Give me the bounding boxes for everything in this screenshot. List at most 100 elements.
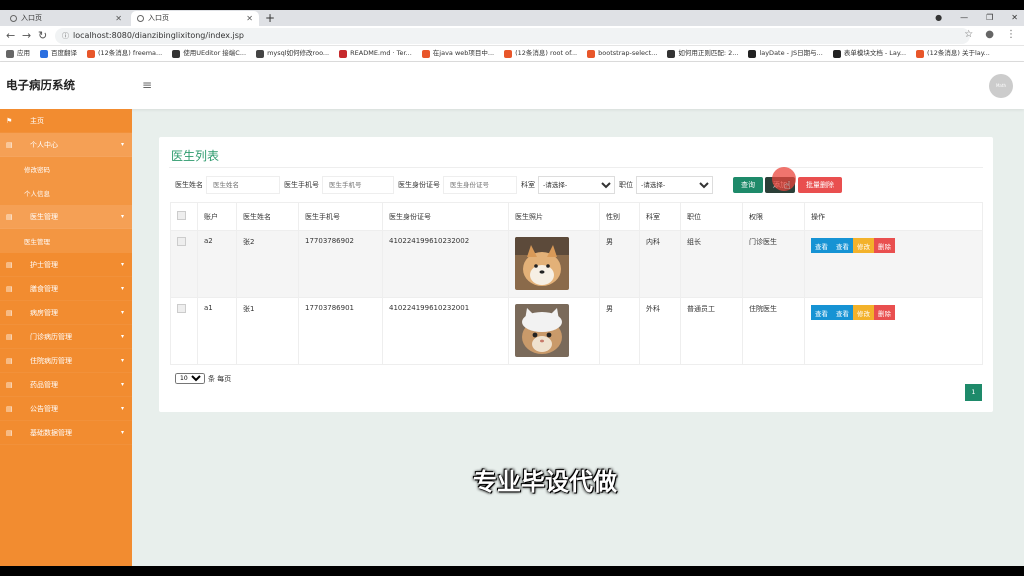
sidebar-item-label: 个人中心: [30, 140, 58, 149]
sidebar-item[interactable]: ▤ 膳食管理 ▾: [0, 277, 132, 301]
doctor-list-panel: 医生列表 医生姓名 医生手机号 医生身份证号 科室 -请选择- 职位 -请选择-…: [159, 137, 993, 412]
name-label: 医生姓名: [175, 181, 203, 189]
bookmark-item[interactable]: 表单模块文档 - Lay...: [832, 46, 906, 61]
search-bar: 医生姓名 医生手机号 医生身份证号 科室 -请选择- 职位 -请选择- 查询 添…: [175, 175, 842, 195]
sidebar-item[interactable]: ▤ 住院病历管理 ▾: [0, 349, 132, 373]
doctor-name-input[interactable]: [206, 176, 280, 194]
view-button-2[interactable]: 查看: [832, 305, 853, 320]
delete-button[interactable]: 删除: [874, 238, 895, 253]
position-select[interactable]: -请选择-: [636, 176, 713, 194]
bookmarks-bar: 应用 百度翻译 (12条消息) freema... 使用UEditor 接端C... m…: [0, 46, 1024, 62]
doctor-id-input[interactable]: [443, 176, 517, 194]
url-field[interactable]: ⓘ localhost:8080/dianzibinglixitong/inde…: [55, 28, 970, 44]
bookmark-item[interactable]: layDate - JS日期与...: [748, 46, 823, 61]
bookmark-favicon-icon: [40, 49, 48, 58]
close-icon[interactable]: ✕: [246, 11, 253, 26]
minimize-icon[interactable]: —: [960, 10, 968, 26]
row-checkbox[interactable]: [177, 237, 186, 246]
grid-icon: ▤: [6, 428, 13, 437]
account-cell: a2: [197, 230, 237, 298]
bookmark-item[interactable]: bootstrap-select...: [587, 46, 657, 61]
chevron-down-icon: ▾: [120, 141, 124, 148]
grid-icon: ▤: [6, 140, 13, 149]
bookmark-item[interactable]: README.md · Ter...: [339, 46, 412, 61]
sidebar-item[interactable]: ▤ 医生管理 ▾: [0, 205, 132, 229]
dept-select[interactable]: -请选择-: [538, 176, 615, 194]
edit-button[interactable]: 修改: [853, 305, 874, 320]
view-button-2[interactable]: 查看: [832, 238, 853, 253]
sidebar-subitem[interactable]: 修改密码: [0, 157, 132, 181]
sidebar-item-label: 医生管理: [30, 212, 58, 221]
name-cell: 张2: [236, 230, 299, 298]
delete-button[interactable]: 删除: [874, 305, 895, 320]
page-size-select[interactable]: 10: [175, 373, 205, 384]
bookmark-item[interactable]: (12条消息) freema...: [87, 46, 162, 61]
select-all-checkbox[interactable]: [177, 211, 186, 220]
bookmark-favicon-icon: [504, 49, 513, 58]
idcard-cell: 410224199610232001: [382, 297, 509, 365]
record-icon[interactable]: ●: [935, 10, 942, 26]
sidebar-item[interactable]: ▤ 公告管理 ▾: [0, 397, 132, 421]
back-icon[interactable]: ←: [6, 29, 15, 43]
bookmark-label: layDate - JS日期与...: [759, 49, 823, 57]
column-header: 职位: [680, 202, 743, 231]
close-icon[interactable]: ✕: [115, 11, 122, 26]
view-button[interactable]: 查看: [811, 305, 832, 320]
grid-icon: ▤: [6, 332, 13, 341]
view-button[interactable]: 查看: [811, 238, 832, 253]
bookmark-item[interactable]: 百度翻译: [40, 46, 77, 61]
doctor-photo[interactable]: [515, 237, 569, 290]
page-number-button[interactable]: 1: [965, 384, 982, 401]
column-header: 性别: [599, 202, 640, 231]
window-controls: ● — ❐ ✕: [935, 10, 1018, 26]
bookmark-favicon-icon: [87, 49, 95, 58]
star-icon[interactable]: ☆: [964, 29, 973, 40]
batch-delete-button[interactable]: 批量删除: [798, 177, 842, 193]
browser-tab-1[interactable]: 入口页 ✕: [4, 11, 128, 26]
sidebar-item[interactable]: ▤ 病房管理 ▾: [0, 301, 132, 325]
per-page-label: 条 每页: [208, 374, 232, 383]
id-label: 医生身份证号: [398, 181, 440, 189]
bookmark-label: README.md · Ter...: [350, 49, 412, 57]
reload-icon[interactable]: ↻: [38, 29, 47, 43]
hamburger-icon[interactable]: ≡: [142, 78, 152, 92]
grid-icon: ▤: [6, 404, 13, 413]
doctor-phone-input[interactable]: [322, 176, 394, 194]
bookmark-label: (12条消息) freema...: [98, 49, 163, 57]
bookmark-label: (12条消息) 关于lay...: [927, 49, 990, 57]
avatar[interactable]: Math: [989, 74, 1013, 98]
sidebar-item[interactable]: ▤ 基础数据管理 ▾: [0, 421, 132, 445]
sidebar-item[interactable]: ⚑ 主页: [0, 109, 132, 133]
row-checkbox[interactable]: [177, 304, 186, 313]
query-button[interactable]: 查询: [733, 177, 763, 193]
browser-tab-2[interactable]: 入口页 ✕: [131, 11, 259, 26]
bookmark-item[interactable]: 使用UEditor 接端C...: [172, 46, 246, 61]
grid-icon: ▤: [6, 260, 13, 269]
column-header: 操作: [804, 202, 983, 231]
photo-cell: [508, 230, 600, 298]
bookmark-item[interactable]: 应用: [6, 46, 30, 61]
restore-icon[interactable]: ❐: [986, 10, 993, 26]
profile-icon[interactable]: ●: [985, 29, 994, 40]
bookmark-item[interactable]: 如何用正则匹配: 2...: [667, 46, 738, 61]
sidebar-subitem[interactable]: 个人信息: [0, 181, 132, 205]
bookmark-item[interactable]: mysql如何修改roo...: [256, 46, 329, 61]
bookmark-item[interactable]: 在java web项目中...: [421, 46, 494, 61]
info-icon[interactable]: ⓘ: [62, 28, 69, 44]
menu-dots-icon[interactable]: ⋮: [1006, 29, 1016, 40]
forward-icon[interactable]: →: [22, 29, 31, 43]
bookmark-item[interactable]: (12条消息) 关于lay...: [916, 46, 990, 61]
sidebar-item[interactable]: ▤ 药品管理 ▾: [0, 373, 132, 397]
close-window-icon[interactable]: ✕: [1011, 10, 1018, 26]
globe-icon: [10, 15, 17, 22]
new-tab-button[interactable]: +: [265, 10, 275, 26]
sidebar-item[interactable]: ▤ 护士管理 ▾: [0, 253, 132, 277]
sidebar-subitem[interactable]: 医生管理: [0, 229, 132, 253]
bookmark-item[interactable]: (12条消息) root of...: [504, 46, 577, 61]
sidebar-item[interactable]: ▤ 门诊病历管理 ▾: [0, 325, 132, 349]
bookmark-favicon-icon: [172, 49, 181, 58]
sidebar-item[interactable]: ▤ 个人中心 ▾: [0, 133, 132, 157]
edit-button[interactable]: 修改: [853, 238, 874, 253]
doctor-photo[interactable]: [515, 304, 569, 357]
name-cell: 张1: [236, 297, 299, 365]
